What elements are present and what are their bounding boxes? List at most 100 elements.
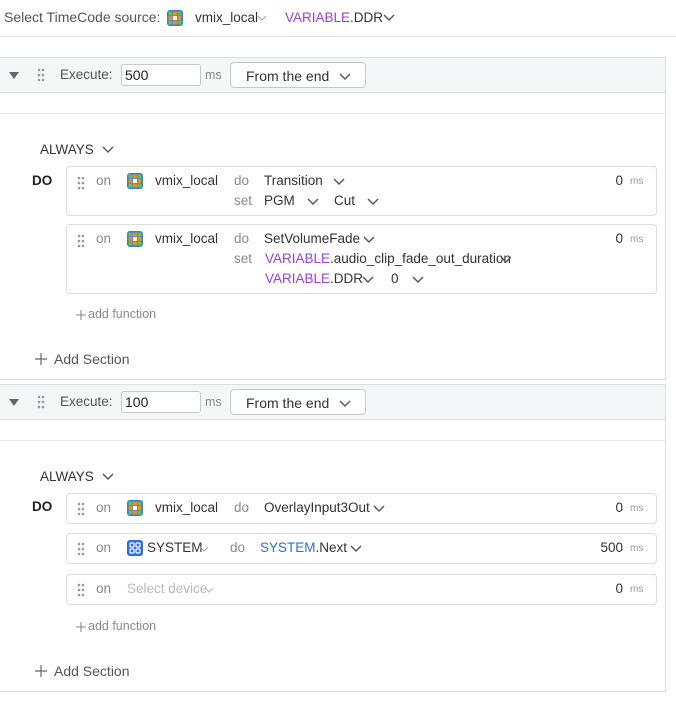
drag-handle-icon[interactable] [77, 234, 85, 248]
drag-handle-icon[interactable] [77, 502, 85, 516]
delay-value[interactable]: 0 [587, 173, 623, 188]
do-keyword: do [234, 231, 250, 246]
function-row: on vmix_local do SetVolumeFade set VARIA… [66, 224, 657, 294]
on-label: on [96, 581, 112, 596]
drag-handle-icon[interactable] [77, 176, 85, 190]
block-header: Execute: ms From the end [0, 385, 665, 420]
do-label: DO [32, 499, 53, 514]
device-select[interactable]: vmix_local [155, 231, 218, 246]
ms-unit-label: ms [630, 543, 644, 554]
device-select[interactable]: vmix_local [155, 173, 218, 188]
add-section-label: Add Section [54, 351, 130, 367]
add-section-button[interactable]: Add Section [34, 349, 144, 369]
divider [0, 113, 665, 114]
delay-value[interactable]: 500 [587, 540, 623, 555]
chevron-down-icon[interactable] [363, 236, 375, 244]
chevron-down-icon [339, 400, 351, 408]
drag-handle-icon[interactable] [77, 583, 85, 597]
function-select[interactable]: Transition [264, 173, 323, 188]
function-row: on SYSTEM do SYSTEM.Next 500 ms [66, 533, 657, 564]
execute-ms-input[interactable] [121, 64, 201, 86]
chevron-down-icon[interactable] [204, 587, 216, 595]
anchor-select-value: From the end [246, 395, 330, 411]
delay-value[interactable]: 0 [587, 231, 623, 246]
chevron-down-icon[interactable] [500, 256, 512, 264]
do-label: DO [32, 173, 53, 188]
plus-icon [34, 352, 48, 369]
anchor-select-value: From the end [246, 68, 330, 84]
timecode-device-select[interactable]: vmix_local [195, 10, 258, 25]
chevron-down-icon[interactable] [373, 505, 385, 513]
function-select[interactable]: SetVolumeFade [264, 231, 360, 246]
chevron-down-icon[interactable] [412, 276, 424, 284]
delay-value[interactable]: 0 [587, 581, 623, 596]
timecode-source-label: Select TimeCode source: [4, 9, 161, 25]
on-label: on [96, 500, 112, 515]
execute-ms-input[interactable] [121, 391, 201, 413]
vmix-icon [167, 10, 183, 26]
function-row: on Select device 0 ms [66, 574, 657, 605]
vmix-icon [127, 173, 143, 189]
do-keyword: do [234, 500, 250, 515]
execution-block-1: Execute: ms From the end ALWAYS DO on [0, 57, 666, 380]
chevron-down-icon[interactable] [199, 546, 211, 554]
chevron-down-icon[interactable] [307, 198, 319, 206]
timecode-source-bar: Select TimeCode source: vmix_local VARIA… [0, 0, 676, 37]
condition-select[interactable]: ALWAYS [40, 142, 94, 157]
vmix-icon [127, 500, 143, 516]
chevron-down-icon [339, 73, 351, 81]
device-select-placeholder[interactable]: Select device [127, 581, 207, 596]
param-select[interactable]: VARIABLE.audio_clip_fade_out_duration [265, 251, 511, 266]
function-row: on vmix_local do OverlayInput3Out 0 ms [66, 493, 657, 524]
on-label: on [96, 231, 112, 246]
drag-handle-icon[interactable] [77, 542, 85, 556]
block-header: Execute: ms From the end [0, 58, 665, 93]
function-select[interactable]: OverlayInput3Out [264, 500, 370, 515]
drag-handle-icon[interactable] [37, 68, 45, 82]
collapse-triangle-icon[interactable] [9, 72, 19, 79]
chevron-down-icon[interactable] [333, 178, 345, 186]
device-select[interactable]: vmix_local [155, 500, 218, 515]
add-function-button[interactable]: add function [75, 618, 175, 636]
chevron-down-icon[interactable] [102, 473, 114, 481]
chevron-down-icon[interactable] [367, 198, 379, 206]
param-select[interactable]: PGM [264, 193, 295, 208]
add-section-label: Add Section [54, 663, 130, 679]
ms-unit-label: ms [630, 234, 644, 245]
on-label: on [96, 173, 112, 188]
chevron-down-icon[interactable] [383, 14, 395, 22]
do-keyword: do [234, 173, 250, 188]
system-icon [127, 540, 143, 556]
execute-label: Execute: [60, 67, 113, 82]
timecode-variable-select[interactable]: VARIABLE.DDR [285, 10, 383, 25]
delay-value[interactable]: 0 [587, 500, 623, 515]
ms-unit-label: ms [630, 176, 644, 187]
function-row: on vmix_local do Transition set PGM Cut … [66, 166, 657, 216]
param-select[interactable]: 0 [391, 271, 399, 286]
chevron-down-icon[interactable] [257, 15, 269, 23]
function-select[interactable]: SYSTEM.Next [260, 540, 347, 555]
chevron-down-icon[interactable] [102, 146, 114, 154]
chevron-down-icon[interactable] [362, 276, 374, 284]
collapse-triangle-icon[interactable] [9, 399, 19, 406]
ms-unit-label: ms [630, 503, 644, 514]
param-select[interactable]: Cut [334, 193, 355, 208]
execute-label: Execute: [60, 394, 113, 409]
param-select[interactable]: VARIABLE.DDR [265, 271, 363, 286]
drag-handle-icon[interactable] [37, 395, 45, 409]
anchor-select[interactable]: From the end [230, 389, 366, 415]
plus-icon [75, 308, 87, 324]
ms-unit-label: ms [205, 68, 222, 82]
vmix-icon [127, 231, 143, 247]
on-label: on [96, 540, 112, 555]
chevron-down-icon[interactable] [350, 545, 362, 553]
divider [0, 440, 665, 441]
condition-select[interactable]: ALWAYS [40, 469, 94, 484]
anchor-select[interactable]: From the end [230, 62, 366, 88]
plus-icon [34, 664, 48, 681]
execution-block-2: Execute: ms From the end ALWAYS DO on [0, 384, 666, 692]
add-function-button[interactable]: add function [75, 306, 175, 324]
add-section-button[interactable]: Add Section [34, 661, 144, 681]
device-select[interactable]: SYSTEM [147, 540, 203, 555]
add-function-label: add function [88, 307, 157, 321]
